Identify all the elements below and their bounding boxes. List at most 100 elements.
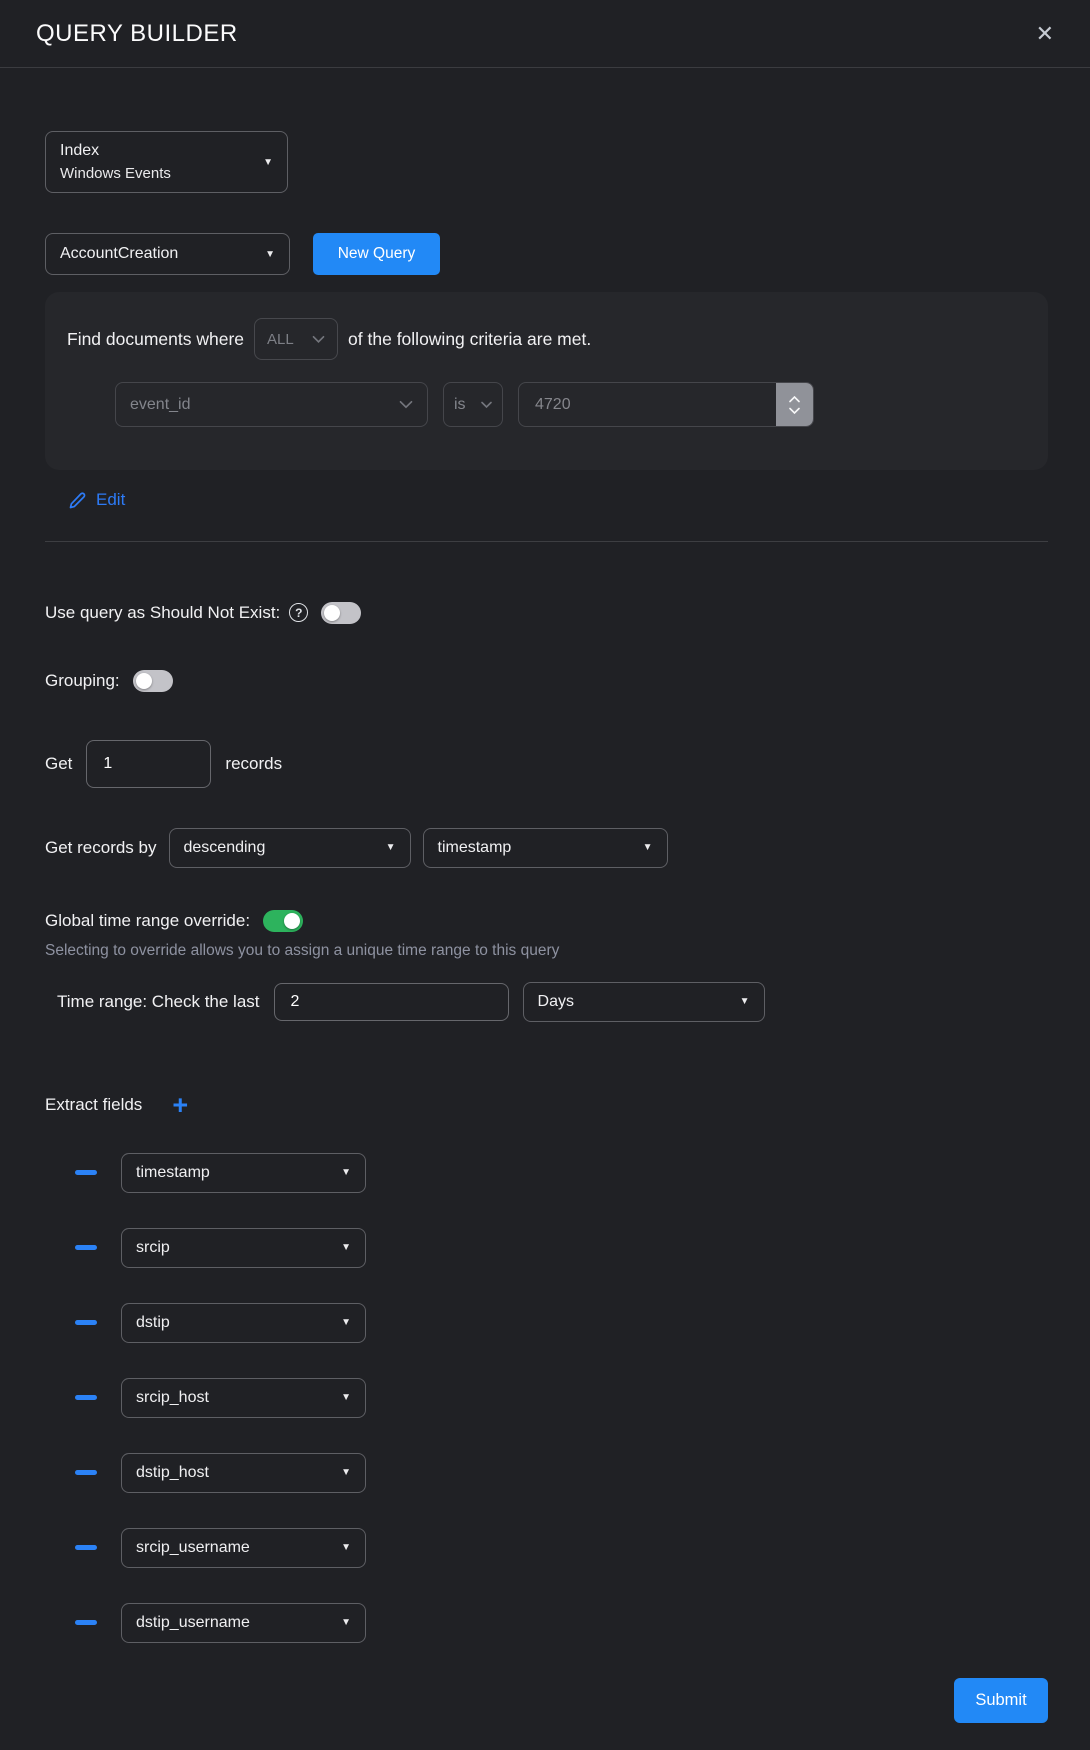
criteria-operator-value: is	[454, 396, 466, 414]
criteria-suffix-text: of the following criteria are met.	[348, 329, 591, 350]
grouping-row: Grouping:	[45, 670, 1048, 692]
dropdown-arrow-icon: ▼	[341, 1392, 351, 1403]
extract-field-select[interactable]: srcip ▼	[121, 1228, 366, 1268]
remove-field-icon[interactable]	[75, 1320, 97, 1325]
extract-fields-list: timestamp ▼ srcip ▼ dstip ▼	[45, 1153, 1048, 1643]
extract-field-row: timestamp ▼	[45, 1153, 1048, 1193]
chevron-down-icon	[399, 400, 413, 409]
sort-field-select[interactable]: timestamp ▼	[423, 828, 668, 868]
match-type-value: ALL	[267, 331, 294, 348]
global-override-hint: Selecting to override allows you to assi…	[45, 942, 1048, 960]
global-override-row: Global time range override:	[45, 910, 1048, 932]
extract-field-row: dstip_username ▼	[45, 1603, 1048, 1643]
index-select[interactable]: Index Windows Events ▼	[45, 131, 288, 193]
close-icon[interactable]: ✕	[1036, 23, 1054, 45]
remove-field-icon[interactable]	[75, 1395, 97, 1400]
new-query-button[interactable]: New Query	[313, 233, 440, 275]
number-spinner[interactable]	[776, 383, 813, 426]
saved-query-select[interactable]: AccountCreation ▼	[45, 233, 290, 275]
get-label: Get	[45, 754, 72, 774]
extract-field-select[interactable]: srcip_username ▼	[121, 1528, 366, 1568]
extract-fields-header: Extract fields +	[45, 1092, 1048, 1119]
extract-field-value: timestamp	[136, 1164, 210, 1182]
criteria-prefix-text: Find documents where	[67, 329, 244, 350]
remove-field-icon[interactable]	[75, 1545, 97, 1550]
chevron-down-icon	[312, 335, 325, 344]
help-icon[interactable]: ?	[289, 603, 308, 622]
criteria-value-input[interactable]	[519, 383, 776, 426]
dropdown-arrow-icon: ▼	[341, 1242, 351, 1253]
records-label: records	[225, 754, 282, 774]
should-not-exist-label: Use query as Should Not Exist:	[45, 603, 280, 623]
edit-link-label: Edit	[96, 490, 125, 510]
extract-field-select[interactable]: dstip_username ▼	[121, 1603, 366, 1643]
criteria-field-select[interactable]: event_id	[115, 382, 428, 427]
index-select-value: Windows Events	[60, 163, 171, 184]
dropdown-arrow-icon: ▼	[265, 249, 275, 260]
grouping-toggle[interactable]	[133, 670, 173, 692]
extract-field-select[interactable]: dstip ▼	[121, 1303, 366, 1343]
sort-direction-select[interactable]: descending ▼	[169, 828, 411, 868]
remove-field-icon[interactable]	[75, 1470, 97, 1475]
dropdown-arrow-icon: ▼	[643, 842, 653, 853]
extract-field-value: srcip	[136, 1239, 170, 1257]
index-select-label: Index	[60, 140, 171, 162]
time-range-value-input[interactable]	[274, 983, 509, 1021]
dropdown-arrow-icon: ▼	[341, 1617, 351, 1628]
criteria-field-value: event_id	[130, 396, 191, 414]
query-row: AccountCreation ▼ New Query	[45, 233, 1048, 275]
add-field-icon[interactable]: +	[172, 1092, 188, 1119]
record-count-input[interactable]	[86, 740, 211, 788]
sort-field-value: timestamp	[438, 839, 512, 857]
time-unit-value: Days	[538, 993, 574, 1011]
extract-field-row: dstip ▼	[45, 1303, 1048, 1343]
edit-link[interactable]: Edit	[68, 490, 125, 510]
time-unit-select[interactable]: Days ▼	[523, 982, 765, 1022]
extract-field-value: dstip_username	[136, 1614, 250, 1632]
index-select-text: Index Windows Events	[60, 140, 171, 183]
dropdown-arrow-icon: ▼	[386, 842, 396, 853]
dropdown-arrow-icon: ▼	[341, 1467, 351, 1478]
criteria-row: event_id is	[115, 382, 1026, 427]
extract-field-value: dstip_host	[136, 1464, 209, 1482]
should-not-exist-row: Use query as Should Not Exist: ?	[45, 602, 1048, 624]
modal-header: QUERY BUILDER ✕	[0, 0, 1090, 68]
match-type-select[interactable]: ALL	[254, 318, 338, 360]
sort-direction-value: descending	[184, 839, 266, 857]
criteria-operator-select[interactable]: is	[443, 382, 503, 427]
extract-field-row: srcip_username ▼	[45, 1528, 1048, 1568]
dropdown-arrow-icon: ▼	[341, 1542, 351, 1553]
criteria-head: Find documents where ALL of the followin…	[67, 318, 1026, 360]
spinner-down-icon	[789, 407, 800, 414]
pencil-icon	[68, 491, 87, 510]
query-builder-modal: QUERY BUILDER ✕ Index Windows Events ▼ A…	[0, 0, 1090, 1723]
time-range-label: Time range: Check the last	[57, 992, 260, 1012]
should-not-exist-toggle[interactable]	[321, 602, 361, 624]
extract-field-select[interactable]: timestamp ▼	[121, 1153, 366, 1193]
order-by-label: Get records by	[45, 838, 157, 858]
dropdown-arrow-icon: ▼	[341, 1167, 351, 1178]
remove-field-icon[interactable]	[75, 1620, 97, 1625]
extract-field-select[interactable]: dstip_host ▼	[121, 1453, 366, 1493]
global-override-toggle[interactable]	[263, 910, 303, 932]
extract-field-row: srcip ▼	[45, 1228, 1048, 1268]
time-range-row: Time range: Check the last Days ▼	[45, 982, 1048, 1022]
extract-field-value: srcip_username	[136, 1539, 250, 1557]
extract-field-value: dstip	[136, 1314, 170, 1332]
extract-field-select[interactable]: srcip_host ▼	[121, 1378, 366, 1418]
divider	[45, 541, 1048, 542]
chevron-down-icon	[481, 401, 492, 409]
extract-field-value: srcip_host	[136, 1389, 209, 1407]
page-title: QUERY BUILDER	[36, 20, 238, 48]
saved-query-value: AccountCreation	[60, 245, 178, 263]
dropdown-arrow-icon: ▼	[263, 157, 273, 168]
spinner-up-icon	[789, 396, 800, 403]
remove-field-icon[interactable]	[75, 1170, 97, 1175]
remove-field-icon[interactable]	[75, 1245, 97, 1250]
toggle-knob	[324, 605, 340, 621]
grouping-label: Grouping:	[45, 671, 120, 691]
extract-field-row: dstip_host ▼	[45, 1453, 1048, 1493]
dropdown-arrow-icon: ▼	[341, 1317, 351, 1328]
toggle-knob	[284, 913, 300, 929]
submit-button[interactable]: Submit	[954, 1678, 1048, 1723]
